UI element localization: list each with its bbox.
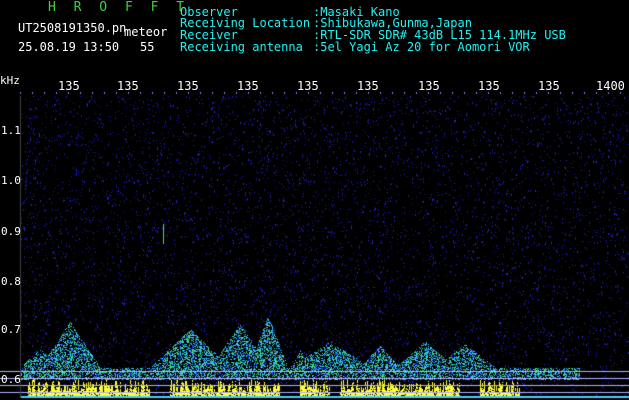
x-tick-label: 135 — [418, 79, 440, 93]
y-tick-label: 0.9 — [1, 225, 21, 238]
y-tick-label: 1.0 — [1, 174, 21, 187]
app-title: H R O F F T — [48, 0, 190, 15]
hrofft-window: H R O F F T UT2508191350.pn meteor 25.08… — [0, 0, 629, 400]
x-tick-label: 1400 — [596, 79, 625, 93]
y-tick-label: 0.7 — [1, 323, 21, 336]
y-tick-label: 0.6 — [1, 373, 21, 386]
x-tick-label: 135 — [478, 79, 500, 93]
info-value-antenna: :5el Yagi Az 20 for Aomori VOR — [313, 40, 530, 54]
y-tick-label: 0.8 — [1, 275, 21, 288]
y-tick-label: 1.1 — [1, 124, 21, 137]
x-tick-label: 135 — [357, 79, 379, 93]
tag-label: meteor — [124, 25, 168, 39]
x-tick-label: 135 — [297, 79, 319, 93]
x-tick-label: 135 — [177, 79, 199, 93]
x-tick-label: 135 — [237, 79, 259, 93]
x-tick-label: 135 — [538, 79, 560, 93]
spectrogram-canvas — [0, 0, 629, 400]
seconds-label: 55 — [140, 40, 155, 54]
x-tick-label: 135 — [117, 79, 139, 93]
y-unit-label: kHz — [0, 74, 20, 87]
x-tick-label: 135 — [58, 79, 80, 93]
info-label-antenna: Receiving antenna — [180, 40, 303, 54]
filename-label: UT2508191350.pn — [18, 21, 127, 35]
datetime-label: 25.08.19 13:50 — [18, 40, 120, 54]
